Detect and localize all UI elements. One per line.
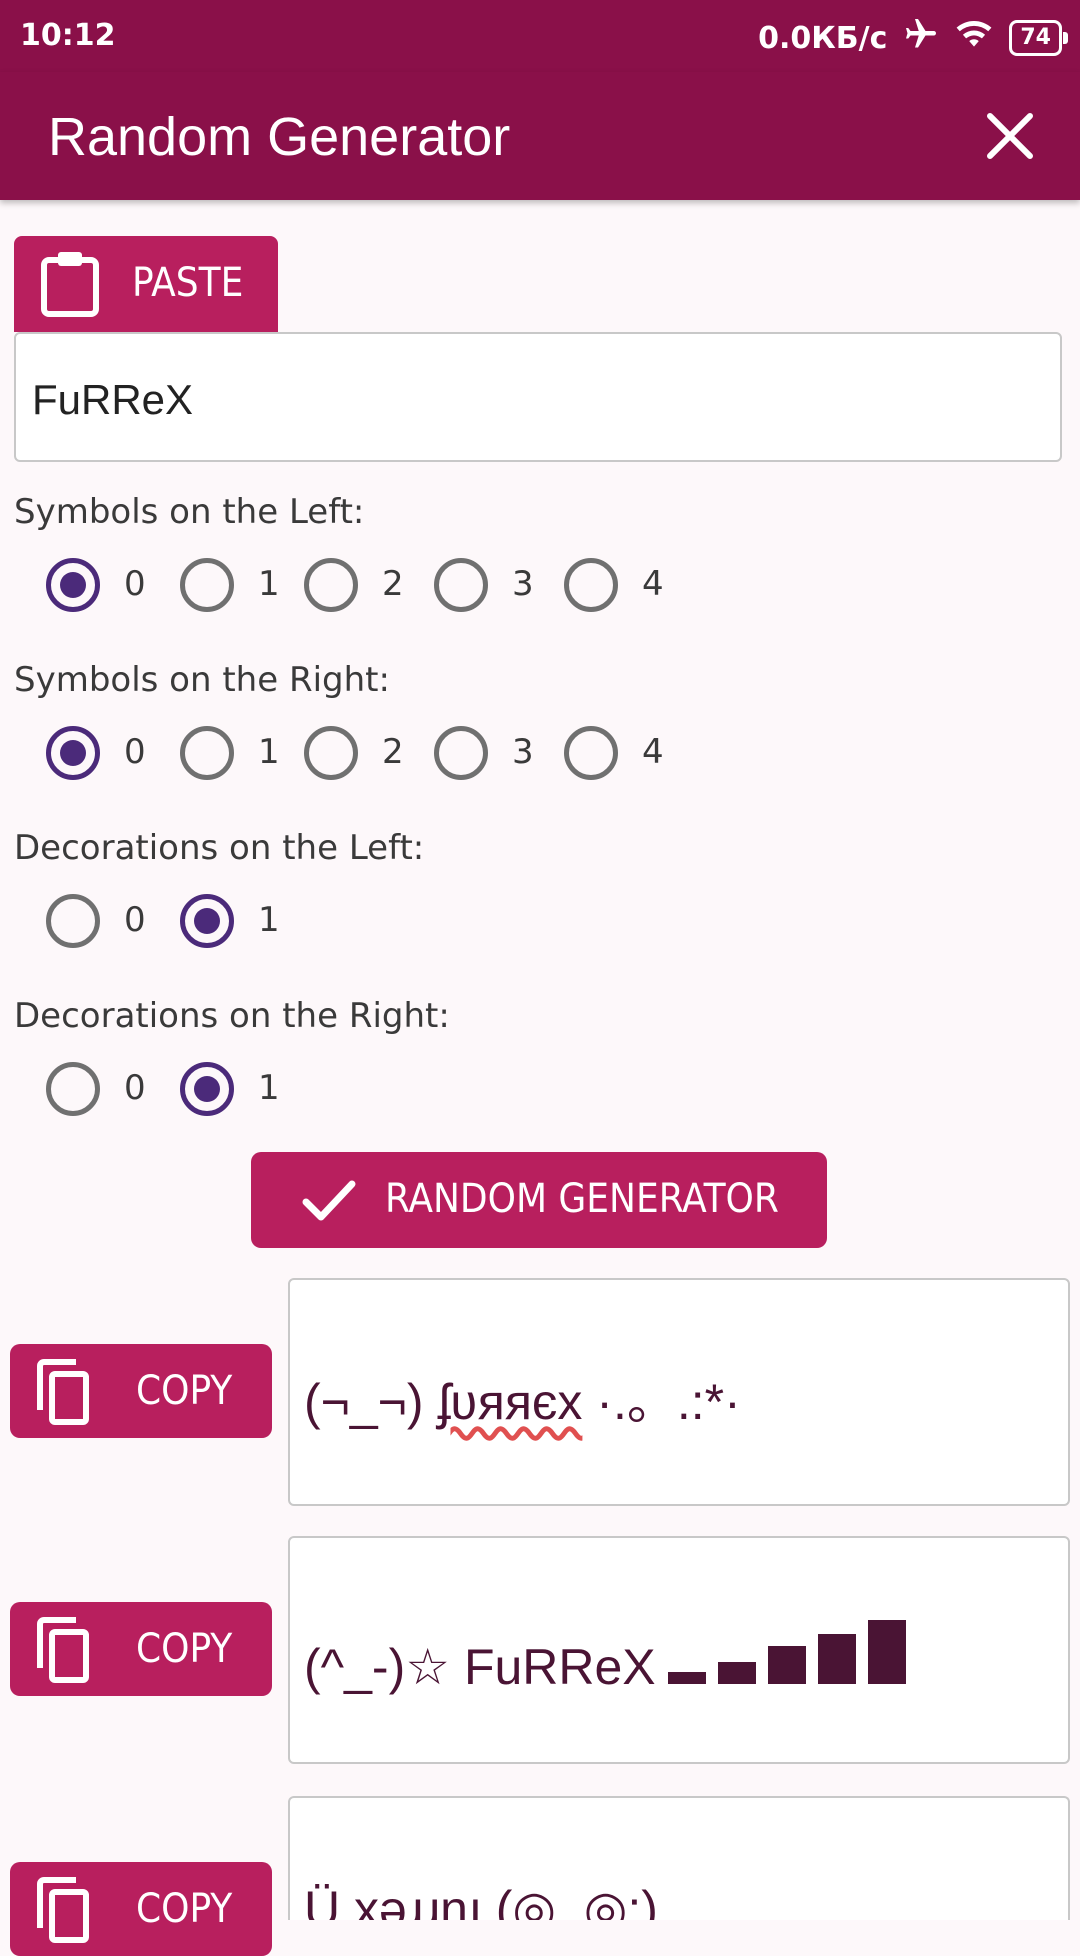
radio-label: 0: [124, 1068, 146, 1108]
result-prefix: (^_-)☆: [304, 1639, 464, 1695]
radio-label: 2: [382, 564, 404, 604]
group-label: Decorations on the Right:: [14, 996, 450, 1036]
radio-label: 3: [512, 732, 534, 772]
paste-button[interactable]: PASTE: [14, 236, 278, 332]
result-name: xǝɹɹnɟ: [354, 1881, 482, 1920]
generate-label: RANDOM GENERATOR: [385, 1176, 779, 1222]
radio-label: 3: [512, 564, 534, 604]
check-icon: [301, 1176, 357, 1224]
radio-label: 1: [258, 564, 280, 604]
radio-unchecked-icon: [180, 558, 234, 612]
status-bar: 10:12 0.0КБ/с 74: [0, 0, 1080, 72]
result-text: (¬_¬) ʄʋяяєx ·.。.:*·: [304, 1362, 741, 1434]
radio-unchecked-icon: [434, 726, 488, 780]
copy-icon: [30, 1358, 100, 1428]
radio-row: 0 1: [46, 1062, 446, 1132]
group-label: Symbols on the Right:: [14, 660, 390, 700]
result-name: ʄʋяяєx: [437, 1374, 583, 1430]
radio-unchecked-icon: [46, 894, 100, 948]
result-suffix: (◎_◎;): [481, 1881, 658, 1920]
page-title: Random Generator: [48, 107, 511, 167]
radio-label: 4: [642, 732, 664, 772]
radio-label: 1: [258, 732, 280, 772]
status-icons: 0.0КБ/с 74: [758, 16, 1068, 60]
copy-button[interactable]: COPY: [10, 1602, 272, 1696]
battery-icon: 74: [1009, 20, 1068, 56]
result-box[interactable]: (^_-)☆ FuRReX: [288, 1536, 1070, 1764]
group-label: Symbols on the Left:: [14, 492, 365, 532]
copy-label: COPY: [136, 1626, 233, 1672]
result-text: Ü xǝɹɹnɟ (◎_◎;): [304, 1880, 658, 1920]
signal-bars-decoration: [667, 1620, 918, 1696]
radio-unchecked-icon: [46, 1062, 100, 1116]
random-generator-button[interactable]: RANDOM GENERATOR: [251, 1152, 827, 1248]
radio-label: 1: [258, 1068, 280, 1108]
radio-unchecked-icon: [304, 726, 358, 780]
radio-label: 0: [124, 732, 146, 772]
result-box[interactable]: (¬_¬) ʄʋяяєx ·.。.:*·: [288, 1278, 1070, 1506]
result-text: (^_-)☆ FuRReX: [304, 1620, 918, 1696]
result-suffix: ·.。.:*·: [582, 1374, 741, 1430]
copy-button[interactable]: COPY: [10, 1862, 272, 1956]
copy-label: COPY: [136, 1886, 233, 1932]
radio-unchecked-icon: [564, 558, 618, 612]
status-time: 10:12: [20, 18, 116, 53]
clipboard-icon: [38, 250, 102, 318]
radio-checked-icon: [46, 558, 100, 612]
result-box[interactable]: Ü xǝɹɹnɟ (◎_◎;): [288, 1796, 1070, 1920]
radio-row: 0 1 2 3 4: [46, 558, 746, 628]
result-prefix: (¬_¬): [304, 1374, 438, 1430]
name-input[interactable]: FuRReX: [14, 332, 1062, 462]
group-label: Decorations on the Left:: [14, 828, 425, 868]
radio-unchecked-icon: [434, 558, 488, 612]
copy-icon: [30, 1876, 100, 1946]
network-speed: 0.0КБ/с: [758, 20, 888, 56]
radio-unchecked-icon: [304, 558, 358, 612]
paste-label: PASTE: [132, 260, 244, 306]
radio-checked-icon: [180, 1062, 234, 1116]
radio-label: 2: [382, 732, 404, 772]
result-prefix: Ü: [304, 1881, 354, 1920]
radio-label: 4: [642, 564, 664, 604]
radio-label: 0: [124, 900, 146, 940]
copy-label: COPY: [136, 1368, 233, 1414]
wifi-icon: [955, 18, 993, 58]
close-icon[interactable]: [984, 110, 1036, 162]
copy-icon: [30, 1616, 100, 1686]
airplane-icon: [903, 16, 939, 60]
app-bar: Random Generator: [0, 72, 1080, 200]
copy-button[interactable]: COPY: [10, 1344, 272, 1438]
radio-label: 1: [258, 900, 280, 940]
result-name: FuRReX: [463, 1639, 656, 1695]
radio-label: 0: [124, 564, 146, 604]
radio-row: 0 1: [46, 894, 446, 964]
radio-row: 0 1 2 3 4: [46, 726, 746, 796]
radio-unchecked-icon: [180, 726, 234, 780]
radio-checked-icon: [180, 894, 234, 948]
radio-checked-icon: [46, 726, 100, 780]
radio-unchecked-icon: [564, 726, 618, 780]
